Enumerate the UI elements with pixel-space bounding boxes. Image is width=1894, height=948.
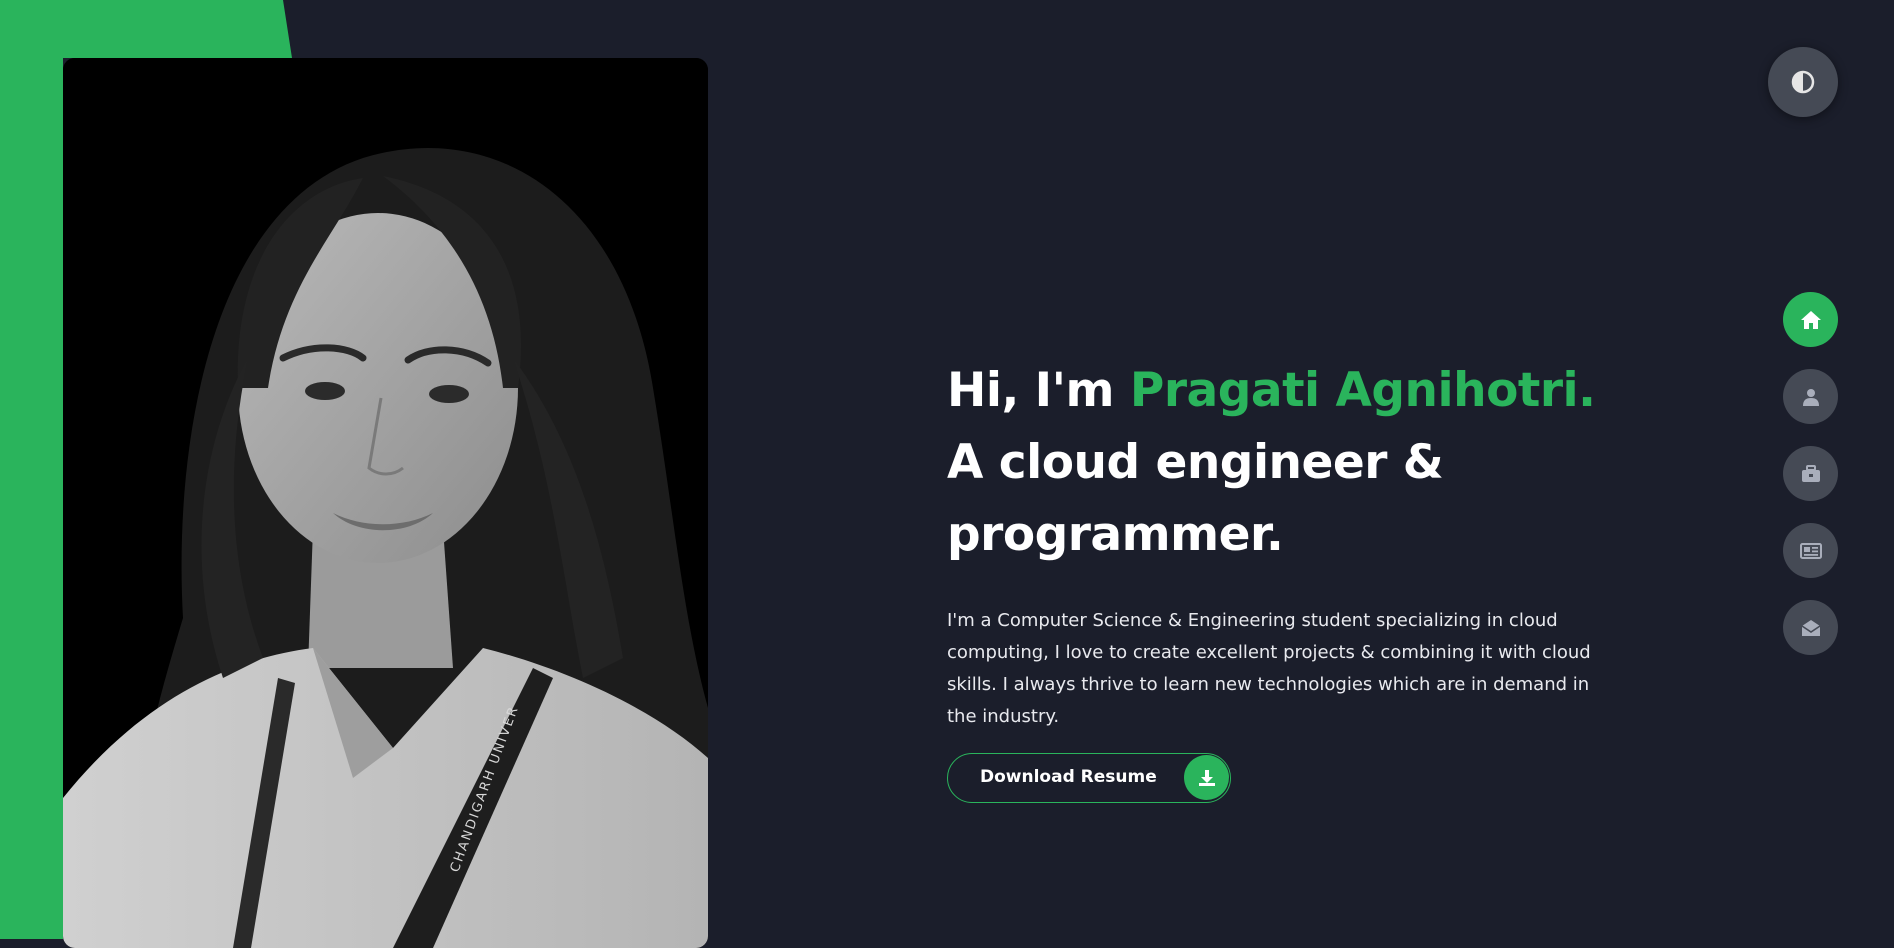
home-icon [1800,310,1821,329]
nav-blog[interactable] [1783,523,1838,578]
author-name: Pragati Agnihotri. [1129,363,1596,418]
theme-toggle-button[interactable] [1768,47,1838,117]
envelope-open-icon [1801,619,1820,636]
role-line-1: A cloud engineer & [947,435,1444,490]
side-navigation [1783,292,1839,677]
role-line-2: programmer. [947,507,1284,562]
nav-about[interactable] [1783,369,1838,424]
download-resume-button[interactable]: Download Resume [947,753,1231,803]
contrast-icon [1791,70,1815,94]
nav-portfolio[interactable] [1783,446,1838,501]
nav-home[interactable] [1783,292,1838,347]
download-icon [1184,755,1229,800]
download-resume-label: Download Resume [980,767,1157,787]
briefcase-icon [1801,464,1820,482]
bio-text: I'm a Computer Science & Engineering stu… [947,610,1591,727]
headline-line-1: Hi, I'm Pragati Agnihotri. [947,355,1667,427]
profile-photo: CHANDIGARH UNIVER [63,58,708,948]
hero-section: Hi, I'm Pragati Agnihotri. A cloud engin… [947,355,1667,803]
user-icon [1802,388,1819,406]
hero-headline: Hi, I'm Pragati Agnihotri. A cloud engin… [947,355,1667,571]
newspaper-icon [1799,542,1822,559]
greeting: Hi, I'm [947,363,1115,418]
nav-contact[interactable] [1783,600,1838,655]
